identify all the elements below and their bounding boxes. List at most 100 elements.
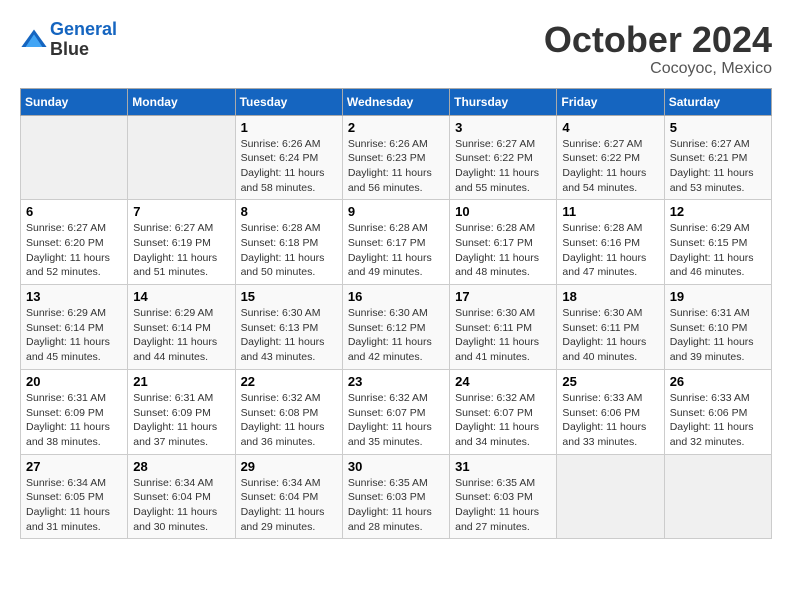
day-number: 5 [670, 120, 766, 135]
day-number: 28 [133, 459, 229, 474]
day-number: 10 [455, 204, 551, 219]
page-header: General Blue October 2024 Cocoyoc, Mexic… [20, 20, 772, 78]
day-info: Sunrise: 6:27 AMSunset: 6:20 PMDaylight:… [26, 221, 122, 280]
calendar-cell: 20 Sunrise: 6:31 AMSunset: 6:09 PMDaylig… [21, 369, 128, 454]
calendar-cell: 10 Sunrise: 6:28 AMSunset: 6:17 PMDaylig… [450, 200, 557, 285]
calendar-cell: 31 Sunrise: 6:35 AMSunset: 6:03 PMDaylig… [450, 454, 557, 539]
day-info: Sunrise: 6:35 AMSunset: 6:03 PMDaylight:… [455, 476, 551, 535]
day-number: 22 [241, 374, 337, 389]
day-number: 16 [348, 289, 444, 304]
day-number: 26 [670, 374, 766, 389]
calendar-cell: 4 Sunrise: 6:27 AMSunset: 6:22 PMDayligh… [557, 115, 664, 200]
day-info: Sunrise: 6:27 AMSunset: 6:19 PMDaylight:… [133, 221, 229, 280]
calendar-cell: 12 Sunrise: 6:29 AMSunset: 6:15 PMDaylig… [664, 200, 771, 285]
calendar-header: SundayMondayTuesdayWednesdayThursdayFrid… [21, 88, 772, 115]
day-of-week-header: Saturday [664, 88, 771, 115]
day-of-week-header: Monday [128, 88, 235, 115]
calendar-cell: 6 Sunrise: 6:27 AMSunset: 6:20 PMDayligh… [21, 200, 128, 285]
logo-text: General Blue [50, 20, 117, 60]
calendar-cell: 29 Sunrise: 6:34 AMSunset: 6:04 PMDaylig… [235, 454, 342, 539]
day-info: Sunrise: 6:29 AMSunset: 6:14 PMDaylight:… [26, 306, 122, 365]
day-number: 1 [241, 120, 337, 135]
calendar-week-row: 27 Sunrise: 6:34 AMSunset: 6:05 PMDaylig… [21, 454, 772, 539]
day-number: 19 [670, 289, 766, 304]
day-info: Sunrise: 6:31 AMSunset: 6:10 PMDaylight:… [670, 306, 766, 365]
calendar-cell: 21 Sunrise: 6:31 AMSunset: 6:09 PMDaylig… [128, 369, 235, 454]
title-block: October 2024 Cocoyoc, Mexico [544, 20, 772, 78]
location-title: Cocoyoc, Mexico [544, 60, 772, 78]
calendar-week-row: 20 Sunrise: 6:31 AMSunset: 6:09 PMDaylig… [21, 369, 772, 454]
day-number: 21 [133, 374, 229, 389]
day-info: Sunrise: 6:30 AMSunset: 6:11 PMDaylight:… [562, 306, 658, 365]
day-info: Sunrise: 6:30 AMSunset: 6:11 PMDaylight:… [455, 306, 551, 365]
day-number: 23 [348, 374, 444, 389]
day-number: 31 [455, 459, 551, 474]
calendar-cell: 3 Sunrise: 6:27 AMSunset: 6:22 PMDayligh… [450, 115, 557, 200]
calendar-cell: 30 Sunrise: 6:35 AMSunset: 6:03 PMDaylig… [342, 454, 449, 539]
calendar-cell: 24 Sunrise: 6:32 AMSunset: 6:07 PMDaylig… [450, 369, 557, 454]
day-number: 20 [26, 374, 122, 389]
day-info: Sunrise: 6:30 AMSunset: 6:12 PMDaylight:… [348, 306, 444, 365]
calendar-table: SundayMondayTuesdayWednesdayThursdayFrid… [20, 88, 772, 540]
calendar-cell: 7 Sunrise: 6:27 AMSunset: 6:19 PMDayligh… [128, 200, 235, 285]
calendar-cell: 19 Sunrise: 6:31 AMSunset: 6:10 PMDaylig… [664, 285, 771, 370]
calendar-cell: 9 Sunrise: 6:28 AMSunset: 6:17 PMDayligh… [342, 200, 449, 285]
day-number: 24 [455, 374, 551, 389]
calendar-cell: 18 Sunrise: 6:30 AMSunset: 6:11 PMDaylig… [557, 285, 664, 370]
day-info: Sunrise: 6:30 AMSunset: 6:13 PMDaylight:… [241, 306, 337, 365]
day-info: Sunrise: 6:27 AMSunset: 6:22 PMDaylight:… [562, 137, 658, 196]
logo-icon [20, 26, 48, 54]
calendar-week-row: 1 Sunrise: 6:26 AMSunset: 6:24 PMDayligh… [21, 115, 772, 200]
day-of-week-header: Thursday [450, 88, 557, 115]
day-info: Sunrise: 6:31 AMSunset: 6:09 PMDaylight:… [133, 391, 229, 450]
calendar-cell: 23 Sunrise: 6:32 AMSunset: 6:07 PMDaylig… [342, 369, 449, 454]
day-info: Sunrise: 6:28 AMSunset: 6:16 PMDaylight:… [562, 221, 658, 280]
day-info: Sunrise: 6:32 AMSunset: 6:07 PMDaylight:… [348, 391, 444, 450]
calendar-cell: 26 Sunrise: 6:33 AMSunset: 6:06 PMDaylig… [664, 369, 771, 454]
day-number: 3 [455, 120, 551, 135]
calendar-cell: 8 Sunrise: 6:28 AMSunset: 6:18 PMDayligh… [235, 200, 342, 285]
calendar-cell [557, 454, 664, 539]
day-info: Sunrise: 6:28 AMSunset: 6:17 PMDaylight:… [348, 221, 444, 280]
day-number: 8 [241, 204, 337, 219]
day-info: Sunrise: 6:27 AMSunset: 6:21 PMDaylight:… [670, 137, 766, 196]
calendar-cell: 17 Sunrise: 6:30 AMSunset: 6:11 PMDaylig… [450, 285, 557, 370]
day-info: Sunrise: 6:34 AMSunset: 6:04 PMDaylight:… [241, 476, 337, 535]
calendar-cell: 1 Sunrise: 6:26 AMSunset: 6:24 PMDayligh… [235, 115, 342, 200]
calendar-cell: 11 Sunrise: 6:28 AMSunset: 6:16 PMDaylig… [557, 200, 664, 285]
day-number: 12 [670, 204, 766, 219]
day-number: 25 [562, 374, 658, 389]
month-title: October 2024 [544, 20, 772, 60]
day-number: 14 [133, 289, 229, 304]
day-of-week-header: Sunday [21, 88, 128, 115]
day-info: Sunrise: 6:34 AMSunset: 6:05 PMDaylight:… [26, 476, 122, 535]
day-info: Sunrise: 6:33 AMSunset: 6:06 PMDaylight:… [562, 391, 658, 450]
day-number: 30 [348, 459, 444, 474]
day-info: Sunrise: 6:29 AMSunset: 6:14 PMDaylight:… [133, 306, 229, 365]
day-number: 27 [26, 459, 122, 474]
calendar-cell: 22 Sunrise: 6:32 AMSunset: 6:08 PMDaylig… [235, 369, 342, 454]
day-of-week-header: Friday [557, 88, 664, 115]
calendar-cell: 5 Sunrise: 6:27 AMSunset: 6:21 PMDayligh… [664, 115, 771, 200]
calendar-week-row: 6 Sunrise: 6:27 AMSunset: 6:20 PMDayligh… [21, 200, 772, 285]
calendar-cell: 13 Sunrise: 6:29 AMSunset: 6:14 PMDaylig… [21, 285, 128, 370]
day-info: Sunrise: 6:26 AMSunset: 6:23 PMDaylight:… [348, 137, 444, 196]
calendar-cell: 15 Sunrise: 6:30 AMSunset: 6:13 PMDaylig… [235, 285, 342, 370]
calendar-week-row: 13 Sunrise: 6:29 AMSunset: 6:14 PMDaylig… [21, 285, 772, 370]
day-info: Sunrise: 6:28 AMSunset: 6:18 PMDaylight:… [241, 221, 337, 280]
day-number: 18 [562, 289, 658, 304]
day-info: Sunrise: 6:32 AMSunset: 6:07 PMDaylight:… [455, 391, 551, 450]
day-info: Sunrise: 6:33 AMSunset: 6:06 PMDaylight:… [670, 391, 766, 450]
day-number: 15 [241, 289, 337, 304]
day-number: 17 [455, 289, 551, 304]
calendar-cell: 16 Sunrise: 6:30 AMSunset: 6:12 PMDaylig… [342, 285, 449, 370]
calendar-cell [664, 454, 771, 539]
day-info: Sunrise: 6:28 AMSunset: 6:17 PMDaylight:… [455, 221, 551, 280]
day-info: Sunrise: 6:31 AMSunset: 6:09 PMDaylight:… [26, 391, 122, 450]
calendar-cell [128, 115, 235, 200]
day-number: 7 [133, 204, 229, 219]
logo: General Blue [20, 20, 117, 60]
calendar-cell: 28 Sunrise: 6:34 AMSunset: 6:04 PMDaylig… [128, 454, 235, 539]
day-number: 11 [562, 204, 658, 219]
day-of-week-header: Tuesday [235, 88, 342, 115]
